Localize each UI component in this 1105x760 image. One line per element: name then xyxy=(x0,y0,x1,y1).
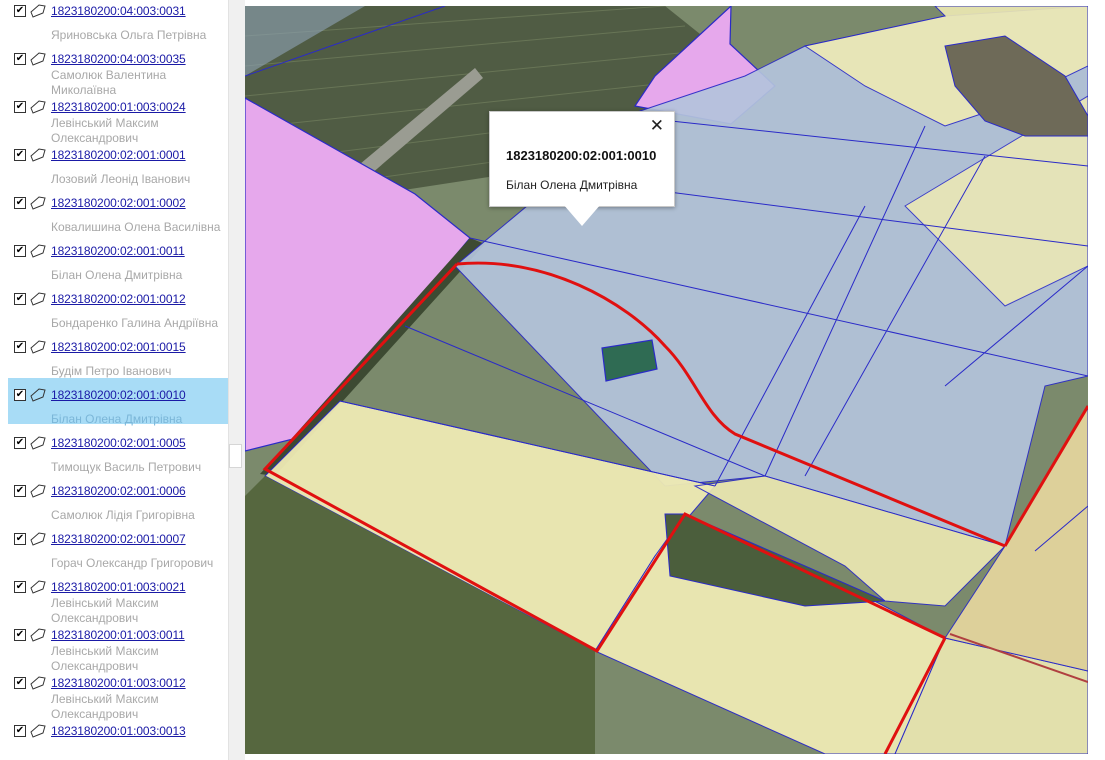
parcel-list-item[interactable]: ✔ 1823180200:02:001:0015 Будім Петро Івано… xyxy=(8,336,228,384)
parcel-owner-name: Тимощук Василь Петрович xyxy=(51,460,202,474)
polygon-shape-icon xyxy=(30,292,46,306)
parcel-checkbox[interactable]: ✔ xyxy=(14,5,26,17)
parcel-cadastral-link[interactable]: 1823180200:01:003:0011 xyxy=(51,628,185,642)
parcel-checkbox[interactable]: ✔ xyxy=(14,581,26,593)
polygon-shape-icon xyxy=(30,340,46,354)
parcel-list-item[interactable]: ✔ 1823180200:01:003:0013 xyxy=(8,720,228,760)
parcel-checkbox[interactable]: ✔ xyxy=(14,293,26,305)
parcel-list-item[interactable]: ✔ 1823180200:01:003:0011 Левінський Максим… xyxy=(8,624,228,673)
parcel-owner-name: Левінський Максим Олександрович xyxy=(51,644,159,673)
parcel-owner-name: Левінський Максим Олександрович xyxy=(51,692,159,721)
parcel-owner-name: Горач Олександр Григорович xyxy=(51,556,214,570)
parcel-list-item[interactable]: ✔ 1823180200:02:001:0002 Ковалишина Олена … xyxy=(8,192,228,240)
parcel-checkbox[interactable]: ✔ xyxy=(14,389,26,401)
parcel-checkbox[interactable]: ✔ xyxy=(14,725,26,737)
parcel-owner-name: Левінський Максим Олександрович xyxy=(51,596,159,625)
parcel-owner-name: Будім Петро Іванович xyxy=(51,364,172,378)
popup-pointer xyxy=(563,204,601,226)
parcel-checkbox[interactable]: ✔ xyxy=(14,341,26,353)
parcel-owner-name: Білан Олена Дмитрівна xyxy=(51,268,183,282)
parcel-owner-name: Самолюк Валентина Миколаївна xyxy=(51,68,167,97)
parcel-cadastral-link[interactable]: 1823180200:02:001:0011 xyxy=(51,244,185,258)
parcel-cadastral-link[interactable]: 1823180200:02:001:0007 xyxy=(51,532,186,546)
list-scrollbar-thumb[interactable] xyxy=(229,444,242,468)
parcel-list-item[interactable]: ✔ 1823180200:02:001:0012 Бондаренко Галина… xyxy=(8,288,228,336)
close-icon[interactable]: ✕ xyxy=(650,116,664,136)
parcel-checkbox[interactable]: ✔ xyxy=(14,677,26,689)
parcel-cadastral-link[interactable]: 1823180200:02:001:0005 xyxy=(51,436,186,450)
polygon-shape-icon xyxy=(30,532,46,546)
polygon-shape-icon xyxy=(30,4,46,18)
parcel-list-item[interactable]: ✔ 1823180200:02:001:0011 Білан Олена Дмитр… xyxy=(8,240,228,288)
parcel-owner-name: Яриновська Ольга Петрівна xyxy=(51,28,207,42)
parcel-owner-name: Бондаренко Галина Андріївна xyxy=(51,316,219,330)
parcel-list-item[interactable]: ✔ 1823180200:01:003:0024 Левінський Максим… xyxy=(8,96,228,145)
parcel-list-item[interactable]: ✔ 1823180200:04:003:0035 Самолюк Валентина… xyxy=(8,48,228,97)
polygon-shape-icon xyxy=(30,436,46,450)
popup-owner-name: Білан Олена Дмитрівна xyxy=(506,178,638,192)
parcel-cadastral-link[interactable]: 1823180200:02:001:0015 xyxy=(51,340,186,354)
parcel-cadastral-link[interactable]: 1823180200:04:003:0031 xyxy=(51,4,186,18)
parcel-info-popup: ✕ 1823180200:02:001:0010 Білан Олена Дми… xyxy=(489,111,675,207)
parcel-cadastral-link[interactable]: 1823180200:02:001:0001 xyxy=(51,148,186,162)
parcel-cadastral-link[interactable]: 1823180200:01:003:0021 xyxy=(51,580,186,594)
parcel-list-item[interactable]: ✔ 1823180200:02:001:0006 Самолюк Лідія Гри… xyxy=(8,480,228,528)
list-scrollbar-track[interactable] xyxy=(228,0,245,760)
parcel-checkbox[interactable]: ✔ xyxy=(14,437,26,449)
parcel-cadastral-link[interactable]: 1823180200:01:003:0012 xyxy=(51,676,186,690)
parcel-cadastral-link[interactable]: 1823180200:02:001:0012 xyxy=(51,292,186,306)
parcel-list-item[interactable]: ✔ 1823180200:02:001:0005 Тимощук Василь Пе… xyxy=(8,432,228,480)
polygon-shape-icon xyxy=(30,148,46,162)
parcel-cadastral-link[interactable]: 1823180200:01:003:0013 xyxy=(51,724,186,738)
parcel-checkbox[interactable]: ✔ xyxy=(14,197,26,209)
parcel-cadastral-link[interactable]: 1823180200:02:001:0006 xyxy=(51,484,186,498)
parcel-checkbox[interactable]: ✔ xyxy=(14,245,26,257)
polygon-shape-icon xyxy=(30,580,46,594)
parcel-owner-name: Самолюк Лідія Григорівна xyxy=(51,508,195,522)
parcel-cadastral-link[interactable]: 1823180200:01:003:0024 xyxy=(51,100,186,114)
parcel-cadastral-link[interactable]: 1823180200:02:001:0010 xyxy=(51,388,186,402)
polygon-shape-icon xyxy=(30,628,46,642)
polygon-shape-icon xyxy=(30,196,46,210)
parcel-owner-name: Ковалишина Олена Василівна xyxy=(51,220,221,234)
parcel-list-item[interactable]: ✔ 1823180200:02:001:0007 Горач Олександр Г… xyxy=(8,528,228,576)
parcel-list-panel: ✔ 1823180200:04:003:0031 Яриновська Ольга … xyxy=(0,0,228,760)
parcel-list-item[interactable]: ✔ 1823180200:01:003:0012 Левінський Максим… xyxy=(8,672,228,721)
parcel-owner-name: Білан Олена Дмитрівна xyxy=(51,412,183,426)
parcel-checkbox[interactable]: ✔ xyxy=(14,485,26,497)
popup-cadastral-number: 1823180200:02:001:0010 xyxy=(506,148,657,163)
parcel-checkbox[interactable]: ✔ xyxy=(14,629,26,641)
parcel-checkbox[interactable]: ✔ xyxy=(14,53,26,65)
polygon-shape-icon xyxy=(30,676,46,690)
parcel-checkbox[interactable]: ✔ xyxy=(14,149,26,161)
parcel-owner-name: Левінський Максим Олександрович xyxy=(51,116,159,145)
parcel-checkbox[interactable]: ✔ xyxy=(14,533,26,545)
polygon-shape-icon xyxy=(30,244,46,258)
parcel-list-item[interactable]: ✔ 1823180200:04:003:0031 Яриновська Ольга … xyxy=(8,0,228,48)
parcel-cadastral-link[interactable]: 1823180200:04:003:0035 xyxy=(51,52,186,66)
polygon-shape-icon xyxy=(30,388,46,402)
parcel-list-item[interactable]: ✔ 1823180200:02:001:0010 Білан Олена Дмитр… xyxy=(8,378,228,426)
polygon-shape-icon xyxy=(30,724,46,738)
parcel-list-item[interactable]: ✔ 1823180200:01:003:0021 Левінський Максим… xyxy=(8,576,228,625)
parcel-owner-name: Лозовий Леонід Іванович xyxy=(51,172,191,186)
polygon-shape-icon xyxy=(30,100,46,114)
polygon-shape-icon xyxy=(30,484,46,498)
parcel-checkbox[interactable]: ✔ xyxy=(14,101,26,113)
polygon-shape-icon xyxy=(30,52,46,66)
parcel-cadastral-link[interactable]: 1823180200:02:001:0002 xyxy=(51,196,186,210)
parcel-list-item[interactable]: ✔ 1823180200:02:001:0001 Лозовий Леонід Ів… xyxy=(8,144,228,192)
